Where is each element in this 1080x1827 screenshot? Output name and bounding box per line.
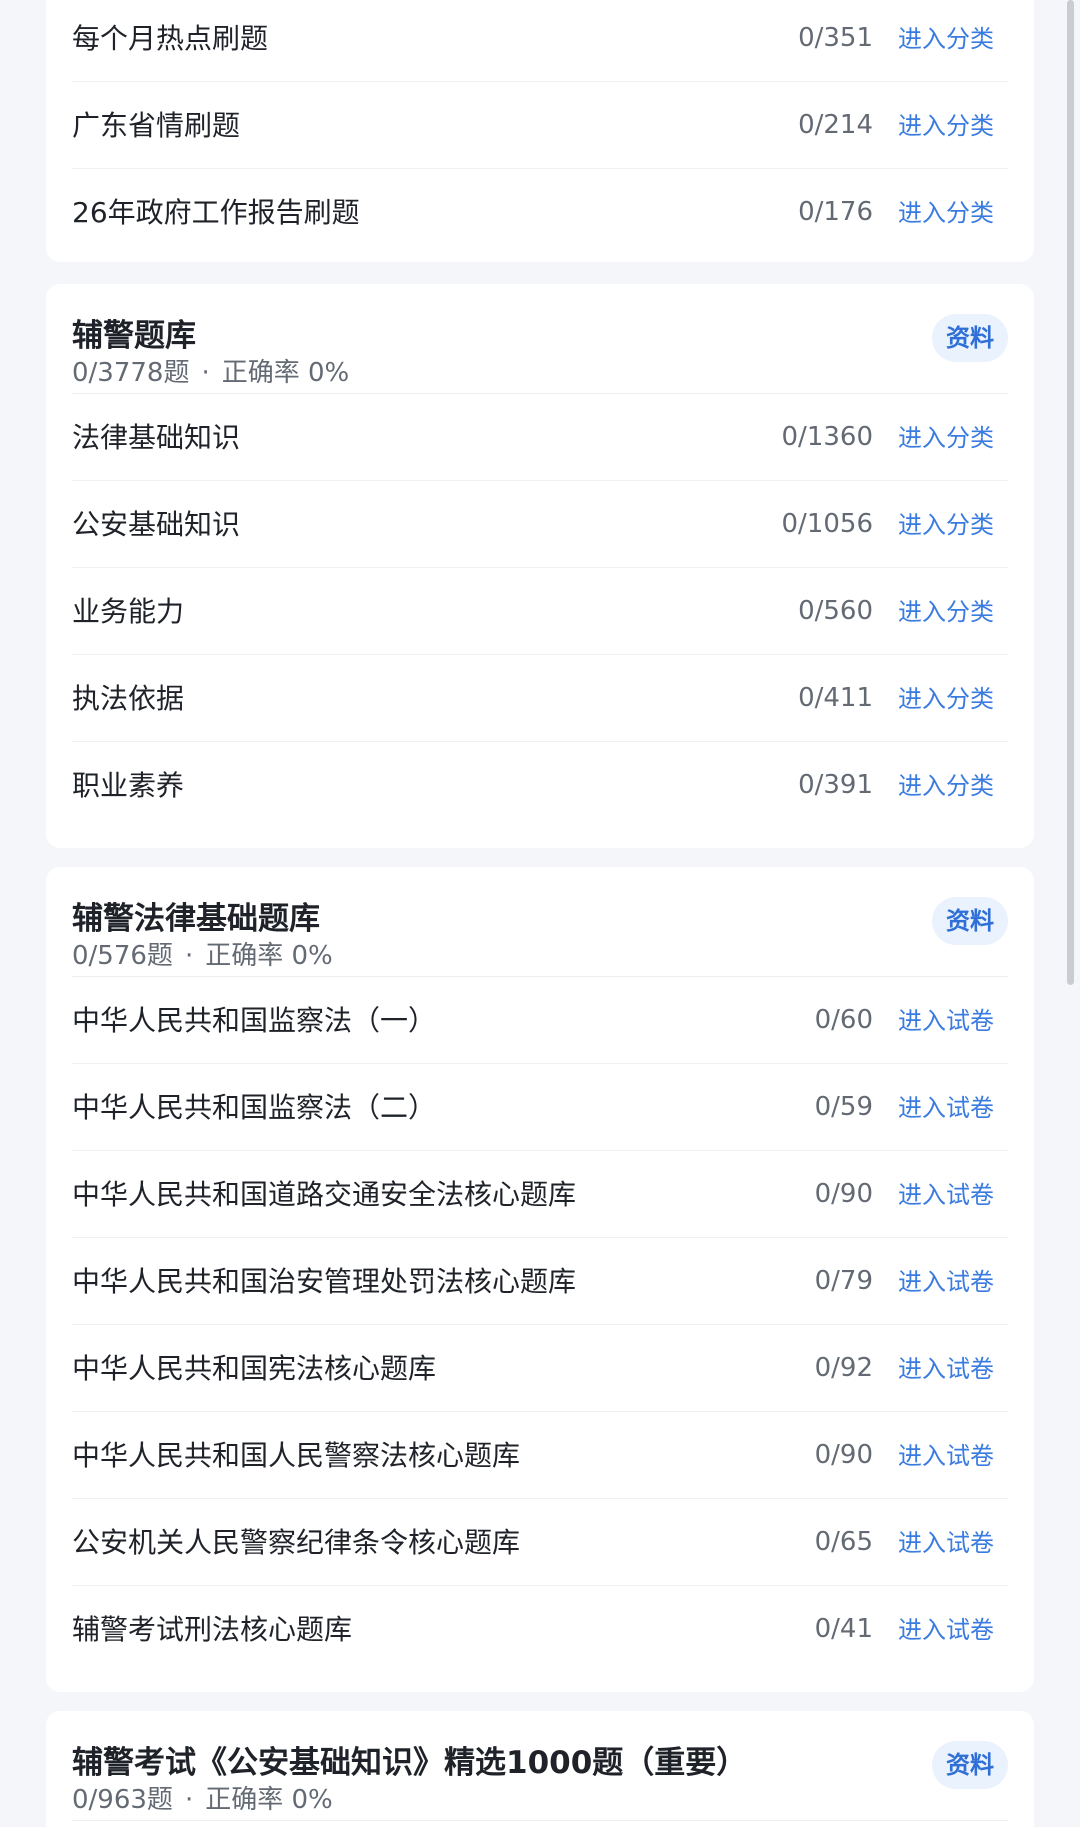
enter-category-link[interactable]: 进入分类 [898, 106, 994, 146]
item-name: 法律基础知识 [72, 421, 241, 454]
enter-paper-link[interactable]: 进入试卷 [898, 1523, 994, 1563]
item-name: 中华人民共和国治安管理处罚法核心题库 [72, 1265, 577, 1298]
item-count: 0/391 [798, 770, 873, 800]
list-item[interactable]: 每个月热点刷题 0/351 进入分类 [72, 0, 1008, 82]
list-item[interactable]: 执法依据 0/411 进入分类 [72, 655, 1008, 742]
item-name: 职业素养 [72, 769, 185, 802]
item-count: 0/90 [814, 1179, 873, 1209]
card-legal-basics-bank: 辅警法律基础题库 0/576题 · 正确率 0% 资料 中华人民共和国监察法（一） … [46, 867, 1034, 1692]
list-item[interactable]: 辅警考试刑法核心题库 0/41 进入试卷 [72, 1586, 1008, 1673]
item-count: 0/65 [814, 1527, 873, 1557]
enter-category-link[interactable]: 进入分类 [898, 766, 994, 806]
enter-paper-link[interactable]: 进入试卷 [898, 1349, 994, 1389]
section-header: 辅警题库 0/3778题 · 正确率 0% 资料 [72, 284, 1008, 394]
item-name: 公安机关人民警察纪律条令核心题库 [72, 1526, 521, 1559]
section-stats: 0/576题 · 正确率 0% [72, 935, 333, 972]
item-name: 业务能力 [72, 595, 185, 628]
item-name: 公安基础知识 [72, 508, 241, 541]
list-item[interactable]: 中华人民共和国道路交通安全法核心题库 0/90 进入试卷 [72, 1151, 1008, 1238]
item-count: 0/176 [798, 197, 873, 227]
item-count: 0/90 [814, 1440, 873, 1470]
separator-dot: · [184, 1785, 194, 1815]
card-current-affairs: 每个月热点刷题 0/351 进入分类 广东省情刷题 0/214 进入分类 26年… [46, 0, 1034, 262]
materials-button[interactable]: 资料 [932, 314, 1008, 362]
item-count: 0/411 [798, 683, 873, 713]
list-item[interactable]: 职业素养 0/391 进入分类 [72, 742, 1008, 829]
list-item[interactable]: 26年政府工作报告刷题 0/176 进入分类 [72, 169, 1008, 256]
scrollbar-thumb[interactable] [1067, 0, 1074, 985]
item-name: 辅警考试刑法核心题库 [72, 1613, 353, 1646]
enter-paper-link[interactable]: 进入试卷 [898, 1175, 994, 1215]
materials-button[interactable]: 资料 [932, 1741, 1008, 1789]
accuracy-rate: 正确率 0% [205, 1785, 333, 1815]
progress-count: 0/3778题 [72, 358, 190, 388]
item-count: 0/60 [814, 1005, 873, 1035]
section-header: 辅警法律基础题库 0/576题 · 正确率 0% 资料 [72, 867, 1008, 977]
separator-dot: · [201, 358, 210, 388]
item-count: 0/92 [814, 1353, 873, 1383]
list-item[interactable]: 广东省情刷题 0/214 进入分类 [72, 82, 1008, 169]
accuracy-rate: 正确率 0% [221, 358, 350, 388]
enter-category-link[interactable]: 进入分类 [898, 679, 994, 719]
section-stats: 0/3778题 · 正确率 0% [72, 352, 349, 389]
item-name: 每个月热点刷题 [72, 22, 269, 55]
enter-paper-link[interactable]: 进入试卷 [898, 1610, 994, 1650]
enter-category-link[interactable]: 进入分类 [898, 418, 994, 458]
list-item[interactable]: 业务能力 0/560 进入分类 [72, 568, 1008, 655]
enter-category-link[interactable]: 进入分类 [898, 193, 994, 233]
item-name: 中华人民共和国宪法核心题库 [72, 1352, 437, 1385]
item-count: 0/351 [798, 23, 873, 53]
item-count: 0/214 [798, 110, 873, 140]
enter-paper-link[interactable]: 进入试卷 [898, 1088, 994, 1128]
list-item[interactable]: 公安基础知识 0/1056 进入分类 [72, 481, 1008, 568]
section-stats: 0/963题 · 正确率 0% [72, 1779, 333, 1816]
question-bank-page: 每个月热点刷题 0/351 进入分类 广东省情刷题 0/214 进入分类 26年… [0, 0, 1080, 1827]
list-item[interactable]: 中华人民共和国治安管理处罚法核心题库 0/79 进入试卷 [72, 1238, 1008, 1325]
item-count: 0/59 [814, 1092, 873, 1122]
enter-category-link[interactable]: 进入分类 [898, 19, 994, 59]
list-item[interactable]: 法律基础知识 0/1360 进入分类 [72, 394, 1008, 481]
section-title: 辅警考试《公安基础知识》精选1000题（重要） [72, 1745, 748, 1781]
enter-paper-link[interactable]: 进入试卷 [898, 1262, 994, 1302]
section-title: 辅警法律基础题库 [72, 901, 320, 937]
card-public-security-1000: 辅警考试《公安基础知识》精选1000题（重要） 0/963题 · 正确率 0% 资料 [46, 1711, 1034, 1827]
list-item[interactable]: 中华人民共和国人民警察法核心题库 0/90 进入试卷 [72, 1412, 1008, 1499]
enter-category-link[interactable]: 进入分类 [898, 505, 994, 545]
item-count: 0/1360 [781, 422, 873, 452]
list-item[interactable]: 中华人民共和国宪法核心题库 0/92 进入试卷 [72, 1325, 1008, 1412]
item-name: 中华人民共和国监察法（一） [72, 1004, 437, 1037]
card-auxiliary-police-bank: 辅警题库 0/3778题 · 正确率 0% 资料 法律基础知识 0/1360 进入分… [46, 284, 1034, 848]
item-count: 0/41 [814, 1614, 873, 1644]
list-item[interactable]: 公安机关人民警察纪律条令核心题库 0/65 进入试卷 [72, 1499, 1008, 1586]
separator-dot: · [184, 941, 194, 971]
enter-paper-link[interactable]: 进入试卷 [898, 1436, 994, 1476]
materials-button[interactable]: 资料 [932, 897, 1008, 945]
section-header: 辅警考试《公安基础知识》精选1000题（重要） 0/963题 · 正确率 0% 资料 [72, 1711, 1008, 1821]
item-name: 执法依据 [72, 682, 185, 715]
item-count: 0/79 [814, 1266, 873, 1296]
progress-count: 0/963题 [72, 1785, 173, 1815]
item-count: 0/560 [798, 596, 873, 626]
section-title: 辅警题库 [72, 318, 196, 354]
item-name: 中华人民共和国道路交通安全法核心题库 [72, 1178, 577, 1211]
list-item[interactable]: 中华人民共和国监察法（一） 0/60 进入试卷 [72, 977, 1008, 1064]
scrollbar[interactable] [1060, 0, 1080, 1827]
list-item[interactable]: 中华人民共和国监察法（二） 0/59 进入试卷 [72, 1064, 1008, 1151]
item-name: 26年政府工作报告刷题 [72, 196, 360, 229]
item-count: 0/1056 [781, 509, 873, 539]
item-name: 中华人民共和国人民警察法核心题库 [72, 1439, 521, 1472]
progress-count: 0/576题 [72, 941, 173, 971]
enter-category-link[interactable]: 进入分类 [898, 592, 994, 632]
item-name: 中华人民共和国监察法（二） [72, 1091, 437, 1124]
accuracy-rate: 正确率 0% [205, 941, 333, 971]
enter-paper-link[interactable]: 进入试卷 [898, 1001, 994, 1041]
item-name: 广东省情刷题 [72, 109, 241, 142]
